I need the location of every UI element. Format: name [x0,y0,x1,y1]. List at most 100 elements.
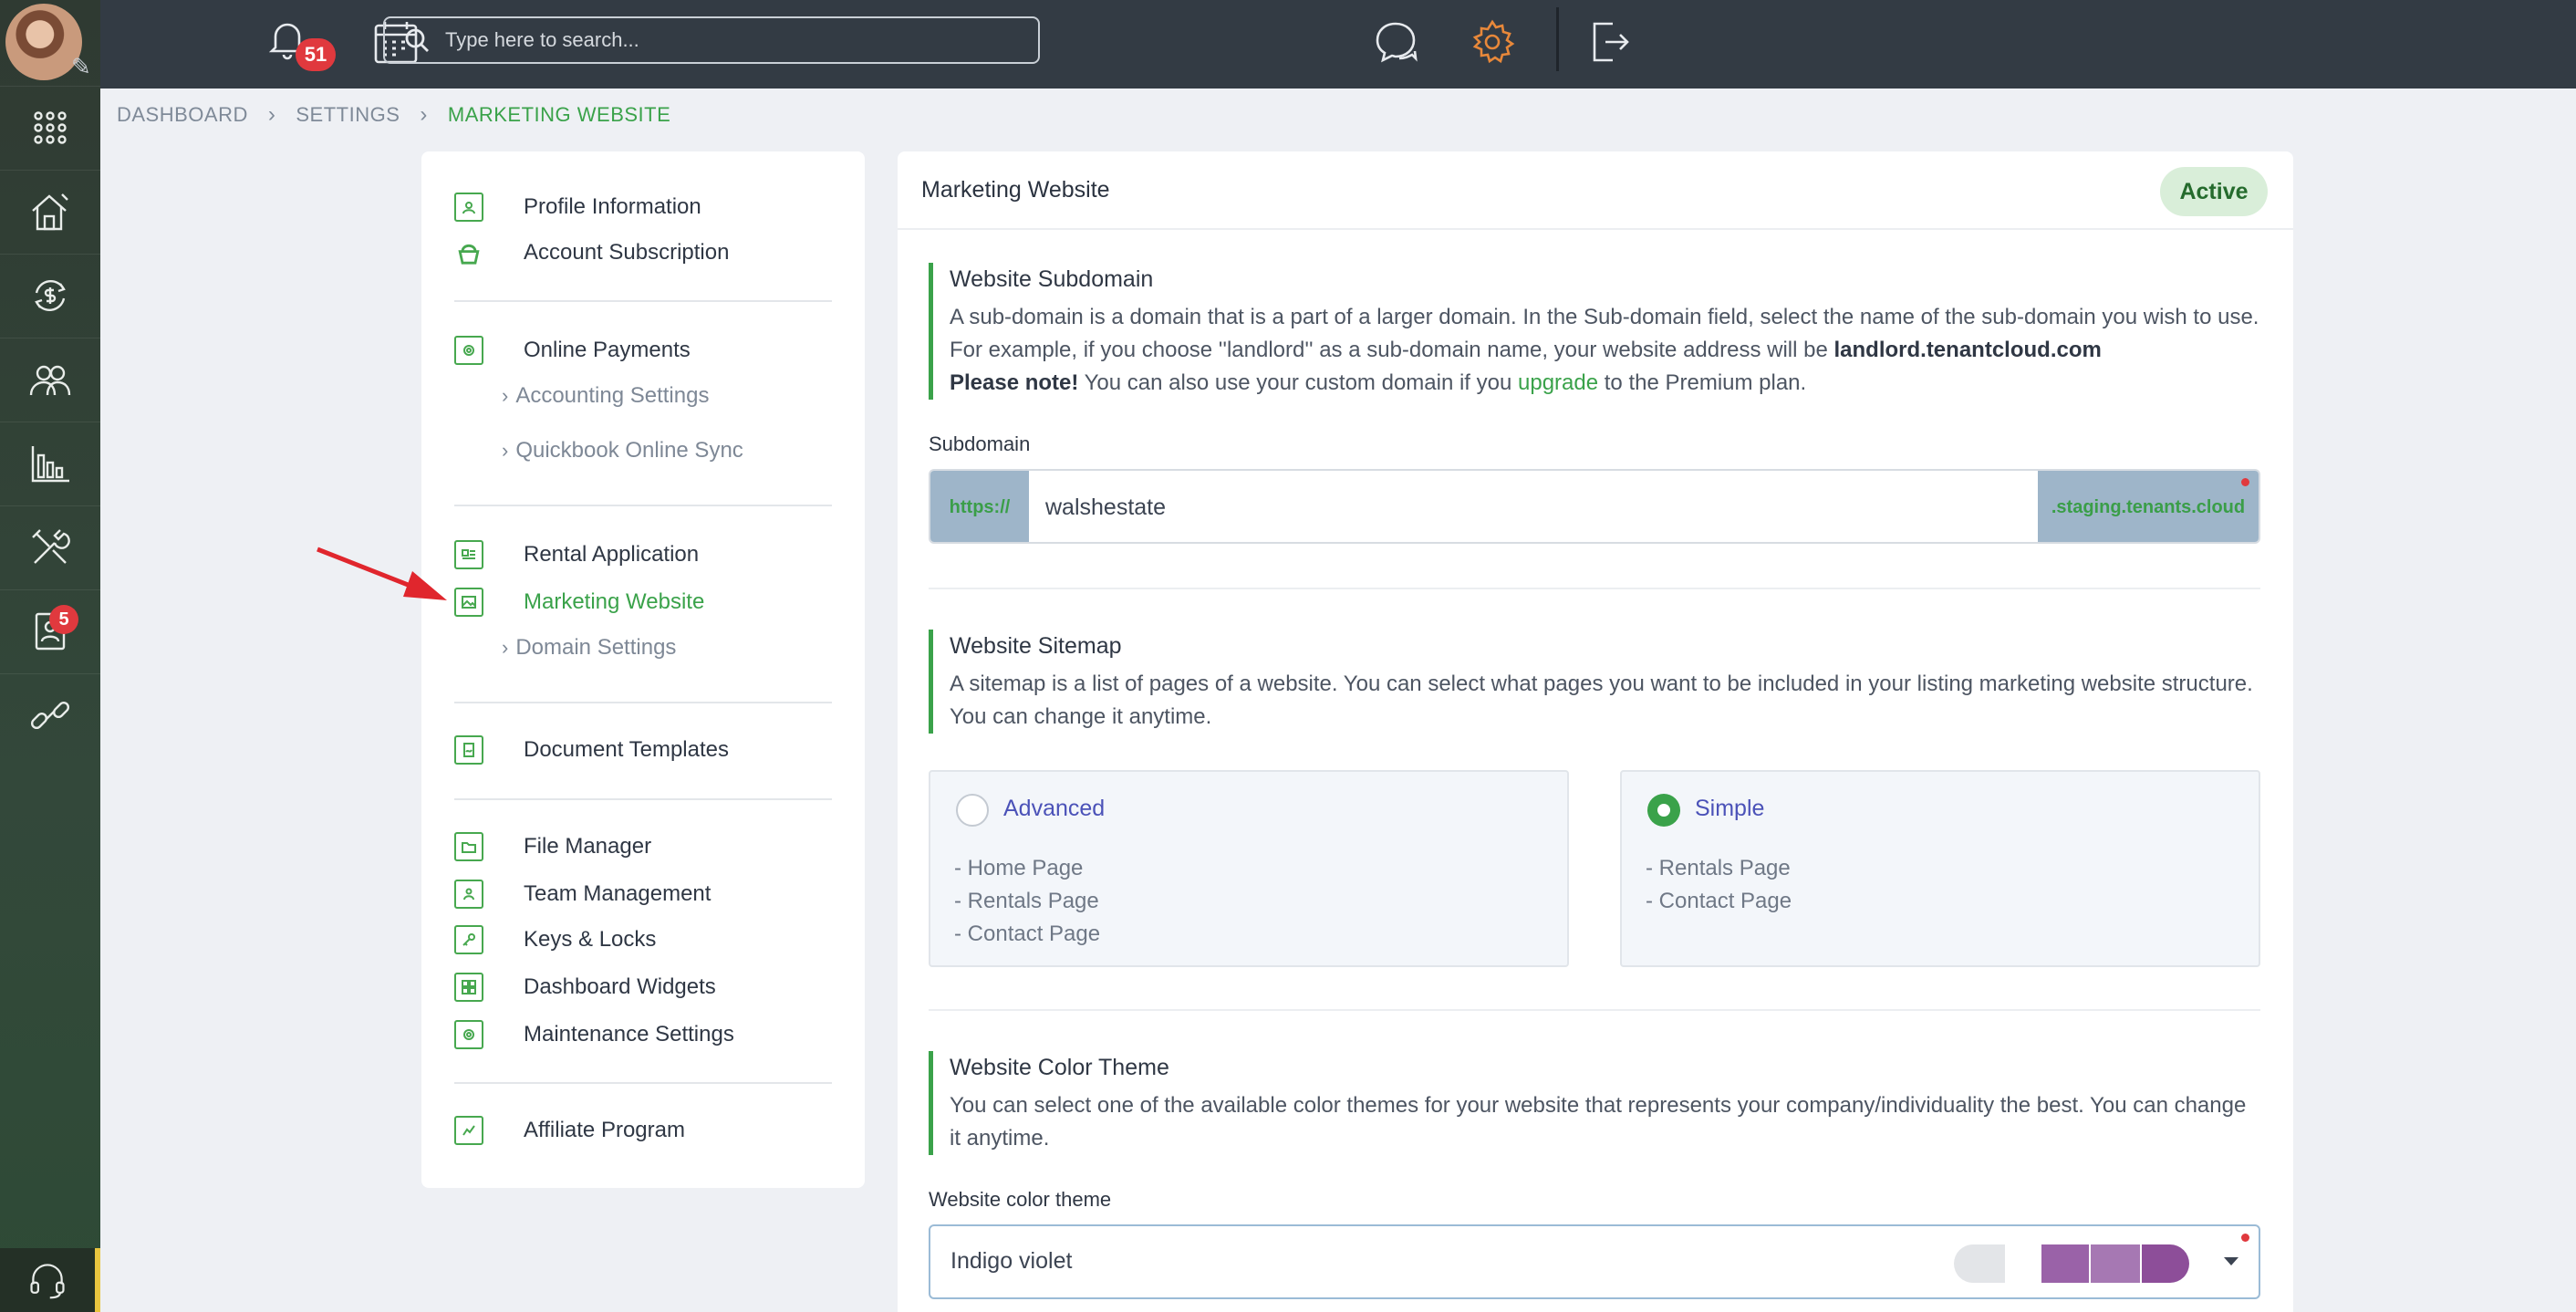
list-item: - Rentals Page [954,889,1099,913]
advanced-page-list: - Home Page - Rentals Page - Contact Pag… [954,852,1100,951]
note-end-text: to the Premium plan. [1598,370,1807,395]
nav-label: Team Management [524,881,712,906]
gear-icon [1472,19,1515,64]
simple-radio[interactable] [1647,794,1680,827]
page-title: Marketing Website [921,177,1110,203]
subdomain-field: https:// .staging.tenants.cloud [929,469,2260,544]
nav-divider [454,702,832,703]
chevron-right-icon: › [502,439,509,462]
global-search[interactable] [383,16,1040,64]
list-item: - Home Page [954,856,1084,880]
section-title: Website Sitemap [950,633,1122,659]
subscription-icon [454,238,483,267]
reports-icon[interactable] [0,422,100,504]
sitemap-option-advanced[interactable]: Advanced - Home Page - Rentals Page - Co… [929,770,1569,967]
affiliate-icon [454,1116,483,1145]
note-text: You can also use your custom domain if y… [1078,370,1519,395]
list-item: - Contact Page [1646,889,1792,913]
chat-button[interactable] [1372,18,1419,66]
maintenance-gear-icon [454,1020,483,1049]
breadcrumb-settings[interactable]: SETTINGS [296,103,400,127]
search-icon [405,28,429,52]
settings-button[interactable] [1469,18,1516,66]
section-description: A sitemap is a list of pages of a websit… [950,672,2253,729]
nav-team-management[interactable]: Team Management [454,876,711,912]
maintenance-tools-icon[interactable] [0,505,100,588]
nav-label: Rental Application [524,542,700,567]
properties-icon[interactable] [0,170,100,252]
nav-label: Marketing Website [524,589,705,614]
nav-profile-information[interactable]: Profile Information [454,189,701,225]
nav-account-subscription[interactable]: Account Subscription [454,234,729,271]
nav-label: Document Templates [524,737,729,762]
nav-accounting-settings[interactable]: › Accounting Settings [502,380,709,412]
settings-nav: Profile Information Account Subscription… [421,151,865,1188]
subdomain-section: Website Subdomain A sub-domain is a doma… [929,263,2260,400]
red-arrow-annotation [317,547,447,600]
contacts-icon[interactable] [0,338,100,420]
notifications-count-badge: 51 [296,38,336,71]
chevron-down-icon[interactable] [2224,1257,2238,1265]
example-domain: landlord.tenantcloud.com [1833,338,2102,362]
option-title: Simple [1695,796,1765,821]
nav-maintenance-settings[interactable]: Maintenance Settings [454,1016,734,1053]
payments-icon[interactable] [0,254,100,336]
list-item: - Contact Page [954,922,1101,946]
apps-grid-icon[interactable] [0,86,100,168]
rental-application-icon [454,540,483,569]
breadcrumb-dashboard[interactable]: DASHBOARD [117,103,248,127]
breadcrumb: DASHBOARD › SETTINGS › MARKETING WEBSITE [117,102,670,128]
nav-dashboard-widgets[interactable]: Dashboard Widgets [454,969,716,1005]
breadcrumb-chevron-icon: › [420,102,428,127]
notifications-button[interactable]: 51 [265,16,336,71]
nav-keys-locks[interactable]: Keys & Locks [454,922,656,958]
color-theme-select[interactable]: Indigo violet [929,1224,2260,1299]
selected-theme: Indigo violet [950,1248,1073,1274]
applications-icon[interactable] [0,589,100,672]
logout-button[interactable] [1585,18,1633,66]
payments-settings-icon [454,336,483,365]
breadcrumb-chevron-icon: › [267,102,276,127]
section-description: A sub-domain is a domain that is a part … [950,301,2260,400]
support-button[interactable] [0,1248,100,1312]
section-title: Website Color Theme [950,1055,1169,1080]
nav-label: Keys & Locks [524,927,657,952]
pin-icon[interactable]: ✎ [71,53,91,81]
note-label: Please note! [950,370,1079,395]
status-badge: Active [2160,167,2268,216]
profile-icon [454,193,483,222]
subdomain-suffix: .staging.tenants.cloud [2038,471,2259,542]
nav-label: Account Subscription [524,240,730,265]
search-input[interactable] [445,28,1011,52]
sitemap-option-simple[interactable]: Simple - Rentals Page - Contact Page [1620,770,2260,967]
nav-label: Online Payments [524,338,691,362]
widgets-icon [454,973,483,1002]
list-item: - Rentals Page [1646,856,1791,880]
left-rail: ✎ 5 [0,0,100,1312]
subdomain-input[interactable] [1029,471,2051,542]
nav-affiliate-program[interactable]: Affiliate Program [454,1112,685,1149]
advanced-radio[interactable] [956,794,989,827]
section-title: Website Subdomain [950,266,1154,292]
link-icon[interactable] [0,673,100,755]
nav-quickbook-online-sync[interactable]: › Quickbook Online Sync [502,434,743,467]
theme-swatch [2091,1244,2140,1283]
marketing-website-card: Marketing Website Active Website Subdoma… [898,151,2293,1312]
chevron-right-icon: › [502,384,509,407]
nav-online-payments[interactable]: Online Payments [454,332,691,369]
nav-divider [454,505,832,506]
topbar-divider [1556,7,1559,71]
required-indicator [2241,478,2249,486]
nav-rental-application[interactable]: Rental Application [454,536,699,573]
nav-marketing-website[interactable]: Marketing Website [454,584,704,620]
required-indicator [2241,1234,2249,1242]
nav-label: File Manager [524,834,652,859]
nav-file-manager[interactable]: File Manager [454,828,651,865]
option-title: Advanced [1003,796,1106,821]
color-theme-section: Website Color Theme You can select one o… [929,1051,2260,1155]
nav-document-templates[interactable]: Document Templates [454,732,729,768]
upgrade-link[interactable]: upgrade [1518,370,1598,395]
nav-divider [454,300,832,302]
nav-label: Profile Information [524,194,701,219]
nav-domain-settings[interactable]: › Domain Settings [502,631,676,664]
